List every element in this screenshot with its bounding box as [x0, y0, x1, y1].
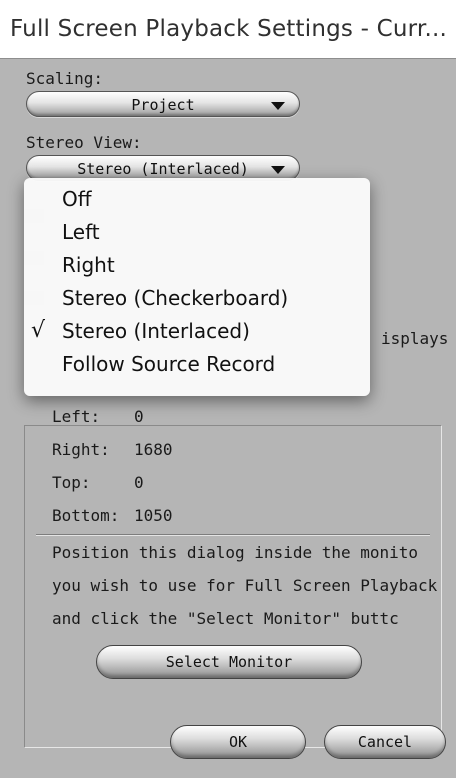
monitor-left-label: Left: [52, 407, 101, 426]
scaling-value: Project [131, 96, 195, 114]
ok-label: OK [228, 733, 248, 751]
divider [36, 534, 430, 536]
menu-item-left[interactable]: Left [24, 217, 370, 250]
stereo-view-menu: Off Left Right Stereo (Checkerboard) √ S… [24, 178, 370, 396]
menu-item-follow-source-record[interactable]: Follow Source Record [24, 349, 370, 382]
window-title: Full Screen Playback Settings - Curr... [10, 16, 447, 42]
title-bar: Full Screen Playback Settings - Curr... [0, 0, 456, 59]
instruction-line: and click the "Select Monitor" buttc [52, 609, 399, 628]
menu-item-label: Stereo (Checkerboard) [62, 286, 289, 310]
monitor-top-value: 0 [134, 473, 144, 492]
menu-item-label: Stereo (Interlaced) [62, 319, 250, 343]
scaling-dropdown[interactable]: Project [26, 91, 300, 117]
menu-item-label: Follow Source Record [62, 352, 276, 376]
chevron-down-icon [271, 102, 285, 110]
monitor-right-value: 1680 [134, 440, 173, 459]
chevron-down-icon [271, 166, 285, 174]
instruction-line: you wish to use for Full Screen Playback [52, 576, 438, 595]
monitor-left-value: 0 [134, 407, 144, 426]
stereo-view-label: Stereo View: [26, 133, 142, 152]
select-monitor-button[interactable]: Select Monitor [96, 645, 362, 679]
monitor-bottom-label: Bottom: [52, 506, 120, 525]
monitor-top-label: Top: [52, 473, 91, 492]
checkmark-icon: √ [31, 318, 46, 343]
menu-item-stereo-checkerboard[interactable]: Stereo (Checkerboard) [24, 283, 370, 316]
menu-item-stereo-interlaced[interactable]: √ Stereo (Interlaced) [24, 316, 370, 349]
instruction-line: Position this dialog inside the monito [52, 543, 419, 562]
cancel-label: Cancel [357, 733, 413, 751]
cancel-button[interactable]: Cancel [324, 725, 446, 759]
ok-button[interactable]: OK [170, 725, 306, 759]
dialog-body: Scaling: Project Stereo View: Stereo (In… [0, 59, 456, 778]
scaling-label: Scaling: [26, 69, 104, 88]
monitor-bottom-value: 1050 [134, 506, 173, 525]
menu-item-label: Right [62, 253, 115, 277]
menu-item-off[interactable]: Off [24, 184, 370, 217]
menu-item-label: Off [62, 187, 92, 211]
stereo-view-value: Stereo (Interlaced) [77, 160, 249, 178]
select-monitor-label: Select Monitor [165, 653, 293, 671]
monitor-right-label: Right: [52, 440, 110, 459]
menu-item-label: Left [62, 220, 100, 244]
menu-item-right[interactable]: Right [24, 250, 370, 283]
displays-option-label: isplays [381, 329, 449, 348]
